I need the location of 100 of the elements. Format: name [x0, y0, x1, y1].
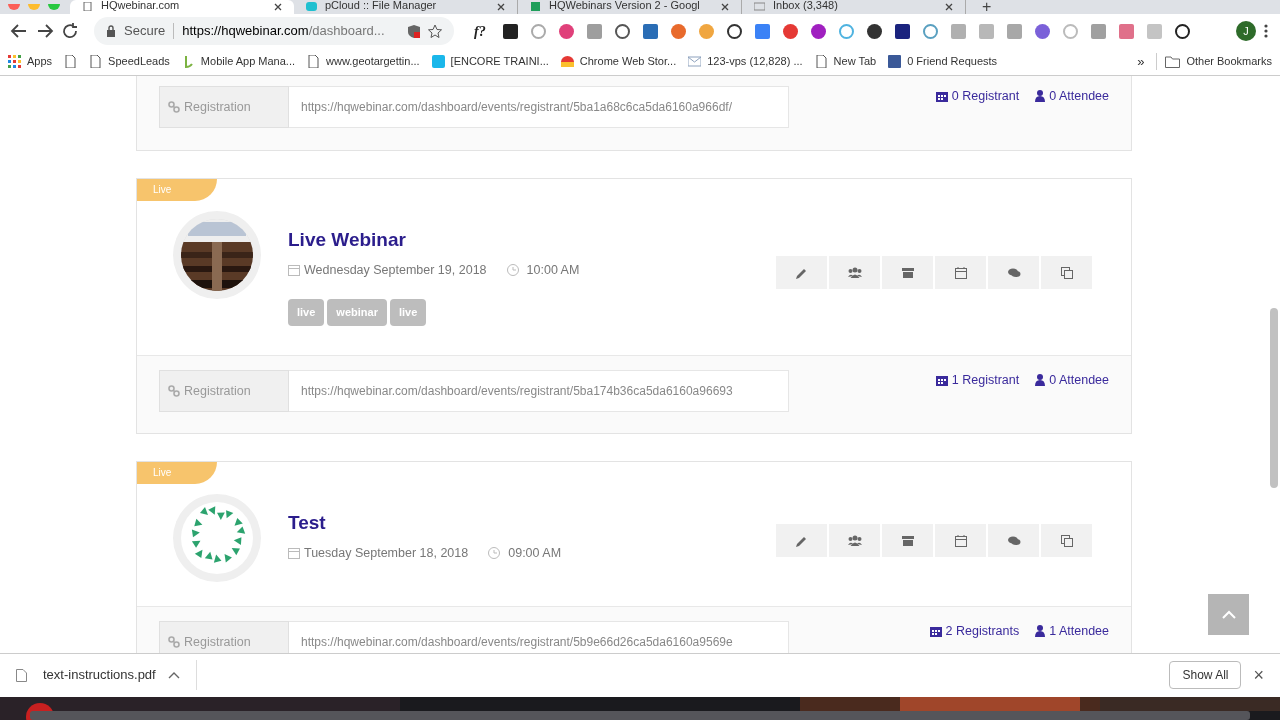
- scrollbar[interactable]: [1270, 308, 1278, 488]
- bookmark-item[interactable]: 0 Friend Requests: [888, 53, 998, 70]
- bookmark-item[interactable]: Apps: [8, 53, 53, 70]
- bookmark-item[interactable]: New Tab: [814, 53, 877, 70]
- cloud-tab-icon: [306, 2, 317, 11]
- link-icon: [168, 385, 180, 397]
- users-icon: [847, 533, 862, 548]
- other-bookmarks-button[interactable]: Other Bookmarks: [1156, 53, 1272, 70]
- calendar-button[interactable]: [935, 524, 986, 557]
- bookmark-item[interactable]: [ENCORE TRAINI...: [431, 53, 549, 70]
- calendar-icon: [953, 533, 968, 548]
- clock-icon: [488, 546, 501, 559]
- shield-icon[interactable]: [408, 24, 420, 38]
- event-title[interactable]: Live Webinar: [288, 226, 580, 255]
- attendee-count-link[interactable]: 0 Attendee: [1035, 371, 1109, 390]
- archive-button[interactable]: [882, 524, 933, 557]
- bookmark-item[interactable]: Mobile App Mana...: [181, 53, 296, 70]
- link-icon: [168, 636, 180, 648]
- calendar-button[interactable]: [935, 256, 986, 289]
- bookmark-item[interactable]: SpeedLeads: [89, 53, 170, 70]
- user-icon: [1035, 374, 1046, 387]
- registration-label: Registration: [159, 86, 289, 128]
- extension-icon[interactable]: [866, 22, 883, 40]
- event-title[interactable]: Test: [288, 509, 562, 538]
- users-icon: [847, 265, 862, 280]
- chevron-up-icon[interactable]: [167, 671, 180, 679]
- bookmark-item[interactable]: www.geotargettin...: [307, 53, 420, 70]
- vimeo-icon: [431, 55, 445, 68]
- extension-icon[interactable]: [894, 22, 911, 40]
- extension-icon[interactable]: [726, 22, 743, 40]
- mail-tab-icon: [754, 2, 765, 11]
- bookmark-item[interactable]: Chrome Web Stor...: [560, 53, 677, 70]
- registration-url-field[interactable]: https://hqwebinar.com/dashboard/events/registrant/5ba174b36ca5da6160a96693: [289, 370, 789, 412]
- registrant-count-link[interactable]: 0 Registrant: [935, 87, 1020, 106]
- page-tab-icon: [82, 2, 93, 11]
- close-icon[interactable]: [945, 3, 953, 11]
- caret-up-icon: [1221, 610, 1236, 619]
- calendar-icon: [929, 625, 942, 638]
- tab-title: HQWebinars Version 2 - Googl: [549, 0, 701, 11]
- registrant-count-link[interactable]: 1 Registrant: [935, 371, 1020, 390]
- event-time: 09:00 AM: [508, 544, 562, 562]
- page-icon: [89, 55, 103, 68]
- url-text: https://hqwebinar.com/dashboard...: [182, 22, 386, 41]
- archive-icon: [900, 265, 915, 280]
- registrant-count-link[interactable]: 2 Registrants: [929, 622, 1020, 641]
- user-icon: [1035, 625, 1046, 638]
- registration-label: Registration: [159, 621, 289, 653]
- user-icon: [1035, 90, 1046, 103]
- page-icon: [814, 55, 828, 68]
- address-bar[interactable]: Secure https://hqwebinar.com/dashboard...: [94, 17, 454, 45]
- calendar-icon: [288, 546, 300, 559]
- download-file-name: text-instructions.pdf: [43, 666, 156, 685]
- status-badge: Live: [137, 179, 217, 201]
- bookmarks-overflow-button[interactable]: »: [1137, 51, 1145, 72]
- copy-button[interactable]: [1041, 524, 1092, 557]
- new-tab-button[interactable]: +: [982, 0, 992, 14]
- facebook-icon: [888, 55, 902, 68]
- extension-icon[interactable]: [1174, 22, 1191, 40]
- mail-icon: [688, 55, 702, 68]
- copy-icon: [1059, 533, 1074, 548]
- profile-avatar[interactable]: J: [1236, 21, 1256, 41]
- users-button[interactable]: [829, 524, 880, 557]
- comments-button[interactable]: [988, 524, 1039, 557]
- sheet-tab-icon: [530, 2, 541, 11]
- calendar-icon: [935, 90, 948, 103]
- extension-icon[interactable]: [502, 22, 519, 40]
- star-icon[interactable]: [428, 24, 442, 38]
- apps-grid-icon: [8, 55, 21, 68]
- tab-title: pCloud :: File Manager: [325, 0, 438, 11]
- tab-title: Inbox (3,348): [773, 0, 839, 11]
- extension-icon[interactable]: [614, 22, 631, 40]
- download-item[interactable]: text-instructions.pdf: [16, 660, 197, 690]
- attendee-count-link[interactable]: 0 Attendee: [1035, 87, 1109, 106]
- close-icon[interactable]: [497, 3, 505, 11]
- copy-button[interactable]: [1041, 256, 1092, 289]
- close-icon[interactable]: [274, 3, 282, 11]
- show-all-button[interactable]: Show All: [1169, 661, 1242, 689]
- clock-icon: [506, 263, 519, 276]
- registration-url-field[interactable]: https://hqwebinar.com/dashboard/events/registrant/5ba1a68c6ca5da6160a966df/: [289, 86, 789, 128]
- folder-icon: [1165, 55, 1181, 68]
- bookmark-item[interactable]: 123-vps (12,828) ...: [688, 53, 803, 70]
- comments-button[interactable]: [988, 256, 1039, 289]
- extension-button[interactable]: f?: [474, 20, 491, 42]
- browser-tab[interactable]: HQwebinar.com: [70, 0, 294, 14]
- registration-url-field[interactable]: https://hqwebinar.com/dashboard/events/registrant/5b9e66d26ca5da6160a9569e: [289, 621, 789, 653]
- archive-button[interactable]: [882, 256, 933, 289]
- copy-icon: [1059, 265, 1074, 280]
- close-icon[interactable]: [721, 3, 729, 11]
- users-button[interactable]: [829, 256, 880, 289]
- link-icon: [168, 101, 180, 113]
- calendar-icon: [953, 265, 968, 280]
- page-icon: [307, 55, 321, 68]
- calendar-icon: [935, 374, 948, 387]
- attendee-count-link[interactable]: 1 Attendee: [1035, 622, 1109, 641]
- file-icon: [16, 668, 27, 682]
- page-icon[interactable]: [64, 55, 78, 68]
- secure-label: Secure: [124, 22, 166, 41]
- close-button[interactable]: ×: [1253, 661, 1264, 689]
- extension-icon[interactable]: [810, 22, 827, 40]
- event-date: Wednesday September 19, 2018: [304, 261, 487, 279]
